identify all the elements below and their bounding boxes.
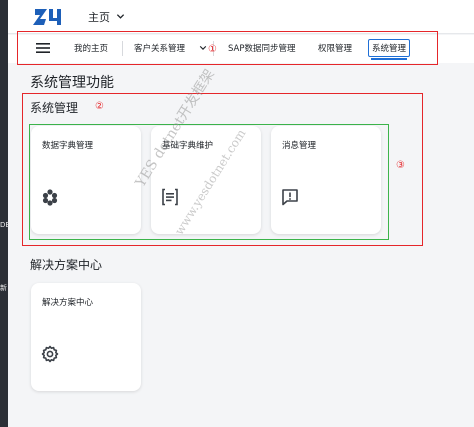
app-logo-icon[interactable] [33, 6, 63, 28]
desktop-background-strip: DE 新 [0, 0, 10, 427]
section-title-solutions: 解决方案中心 [30, 258, 103, 272]
card-label: 解决方案中心 [42, 298, 94, 308]
card-solution-center[interactable]: 解决方案中心 [31, 283, 141, 391]
document-list-icon [162, 188, 178, 206]
gear-icon [41, 345, 59, 363]
card-message-management[interactable]: 消息管理 [271, 126, 381, 234]
card-label: 数据字典管理 [42, 141, 94, 151]
card-label: 基础字典维护 [162, 141, 214, 151]
card-basic-dictionary[interactable]: 基础字典维护 [151, 126, 261, 234]
card-data-dictionary[interactable]: 数据字典管理 [31, 126, 141, 234]
annotation-box-1 [17, 31, 438, 65]
cube-icon [42, 189, 58, 206]
desktop-text-fragment: DE [0, 221, 10, 229]
home-menu-title[interactable]: 主页 [88, 9, 110, 25]
top-header: 主页 [8, 0, 474, 34]
annotation-mark-1: ① [208, 44, 217, 55]
annotation-mark-3: ③ [396, 160, 405, 171]
card-label: 消息管理 [282, 141, 317, 151]
section-title-system: 系统管理 [30, 101, 79, 115]
message-alert-icon [282, 189, 298, 206]
chevron-down-icon[interactable] [116, 12, 125, 21]
annotation-mark-2: ② [95, 101, 104, 112]
page-title: 系统管理功能 [30, 75, 114, 91]
desktop-text-fragment: 新 [0, 284, 7, 292]
